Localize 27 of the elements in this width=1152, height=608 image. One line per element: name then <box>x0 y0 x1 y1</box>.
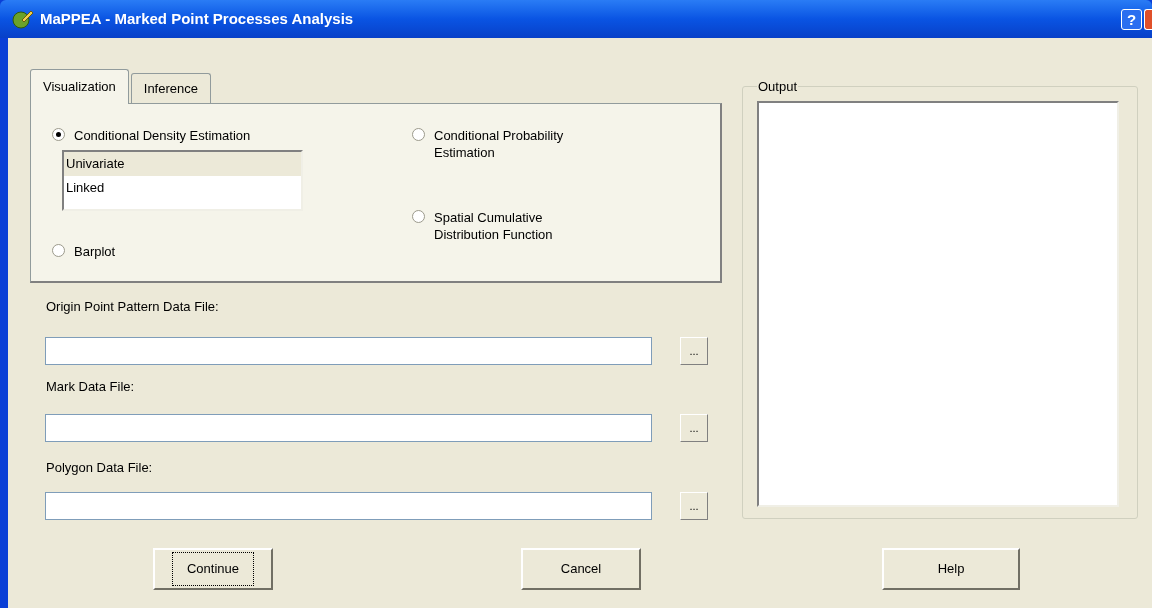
dialog-button[interactable]: Continue <box>153 548 273 590</box>
file-path-field[interactable] <box>45 492 652 520</box>
radio-button[interactable] <box>412 128 425 141</box>
field-label: Polygon Data File: <box>46 459 154 476</box>
browse-button[interactable]: ... <box>680 492 708 520</box>
help-button[interactable]: ? <box>1121 8 1142 30</box>
file-path-field[interactable] <box>45 414 652 442</box>
app-pencil-icon <box>12 9 34 29</box>
radio-label: Barplot <box>74 243 116 260</box>
file-path-field[interactable] <box>45 337 652 365</box>
dialog-button[interactable]: Cancel <box>521 548 641 590</box>
radio-button[interactable] <box>412 210 425 223</box>
radio-button[interactable] <box>52 244 65 257</box>
browse-button[interactable]: ... <box>680 337 708 365</box>
browse-button[interactable]: ... <box>680 414 708 442</box>
radio-button[interactable] <box>52 128 65 141</box>
dialog-button[interactable]: Help <box>882 548 1020 590</box>
field-label: Mark Data File: <box>46 378 136 395</box>
window-title: MaPPEA - Marked Point Processes Analysis <box>40 8 354 29</box>
radio-label: Spatial Cumulative Distribution Function <box>434 209 554 243</box>
tab[interactable]: Visualization <box>30 69 129 104</box>
radio-label: Conditional Probability Estimation <box>434 127 565 161</box>
close-button[interactable] <box>1144 8 1152 30</box>
list-item[interactable]: Univariate <box>64 152 301 176</box>
radio-label: Conditional Density Estimation <box>74 127 251 144</box>
tab[interactable]: Inference <box>130 73 211 103</box>
field-label: Origin Point Pattern Data File: <box>46 298 220 315</box>
